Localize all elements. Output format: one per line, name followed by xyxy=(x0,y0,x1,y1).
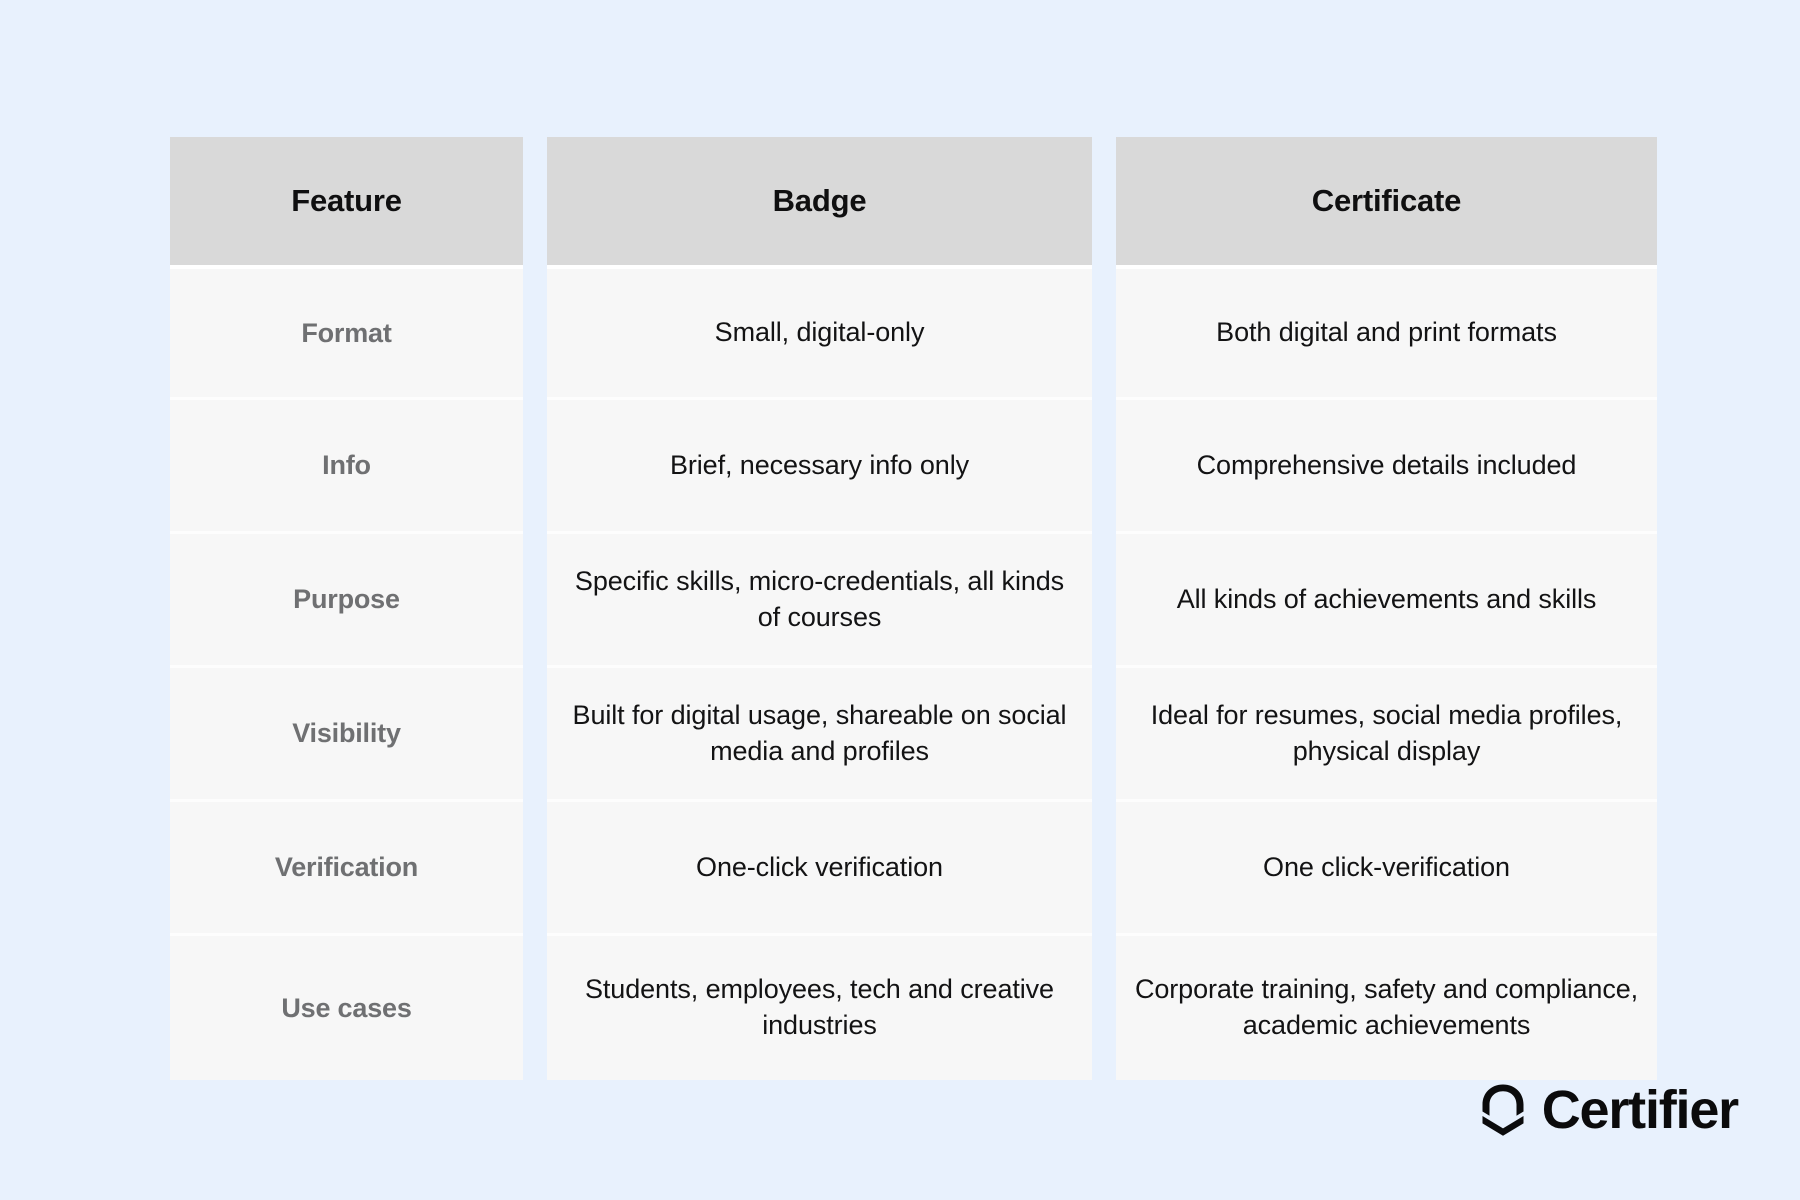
certificate-cell-purpose: All kinds of achievements and skills xyxy=(1176,583,1597,614)
table-row: One click-verification xyxy=(1116,802,1657,936)
brand-logo: Certifier xyxy=(1477,1080,1739,1140)
table-row: Students, employees, tech and creative i… xyxy=(547,936,1092,1080)
table-row: Visibility xyxy=(170,668,523,802)
badge-cell-info: Brief, necessary info only xyxy=(669,449,970,480)
feature-label-visibility: Visibility xyxy=(292,718,401,748)
table-row: All kinds of achievements and skills xyxy=(1116,534,1657,668)
badge-cell-use-cases: Students, employees, tech and creative i… xyxy=(585,974,1054,1040)
certificate-cell-format: Both digital and print formats xyxy=(1216,317,1557,348)
column-header-badge-label: Badge xyxy=(772,183,867,218)
column-feature: Feature Format Info Purpose Visibility V… xyxy=(170,137,523,1080)
badge-cell-visibility: Built for digital usage, shareable on so… xyxy=(572,699,1067,766)
column-header-certificate-label: Certificate xyxy=(1311,183,1462,218)
feature-label-purpose: Purpose xyxy=(293,584,400,614)
column-header-feature: Feature xyxy=(170,137,523,269)
table-row: Specific skills, micro-credentials, all … xyxy=(547,534,1092,668)
feature-label-info: Info xyxy=(322,450,371,480)
column-badge: Badge Small, digital-only Brief, necessa… xyxy=(547,137,1092,1080)
column-header-certificate: Certificate xyxy=(1116,137,1657,269)
certificate-cell-use-cases: Corporate training, safety and complianc… xyxy=(1134,974,1639,1040)
table-row: Corporate training, safety and complianc… xyxy=(1116,936,1657,1080)
table-row: Verification xyxy=(170,802,523,936)
table-row: Format xyxy=(170,269,523,400)
certificate-cell-visibility: Ideal for resumes, social media profiles… xyxy=(1150,699,1623,766)
certifier-shield-chevron-logo-icon xyxy=(1482,1084,1524,1136)
badge-cell-format: Small, digital-only xyxy=(714,317,925,348)
table-row: Both digital and print formats xyxy=(1116,269,1657,400)
table-row: One-click verification xyxy=(547,802,1092,936)
comparison-table: Feature Format Info Purpose Visibility V… xyxy=(170,137,1657,1080)
table-row: Built for digital usage, shareable on so… xyxy=(547,668,1092,802)
feature-label-verification: Verification xyxy=(274,852,419,882)
table-row: Use cases xyxy=(170,936,523,1080)
table-row: Ideal for resumes, social media profiles… xyxy=(1116,668,1657,802)
certificate-cell-info: Comprehensive details included xyxy=(1196,449,1577,480)
column-certificate: Certificate Both digital and print forma… xyxy=(1116,137,1657,1080)
feature-label-use-cases: Use cases xyxy=(281,992,412,1023)
badge-cell-purpose: Specific skills, micro-credentials, all … xyxy=(574,565,1065,632)
badge-cell-verification: One-click verification xyxy=(696,851,943,882)
certificate-cell-verification: One click-verification xyxy=(1263,851,1510,882)
table-row: Comprehensive details included xyxy=(1116,400,1657,534)
column-header-feature-label: Feature xyxy=(291,183,402,218)
brand-name: Certifier xyxy=(1541,1080,1739,1140)
table-row: Info xyxy=(170,400,523,534)
column-header-badge: Badge xyxy=(547,137,1092,269)
table-row: Brief, necessary info only xyxy=(547,400,1092,534)
feature-label-format: Format xyxy=(301,317,392,348)
table-row: Small, digital-only xyxy=(547,269,1092,400)
table-row: Purpose xyxy=(170,534,523,668)
